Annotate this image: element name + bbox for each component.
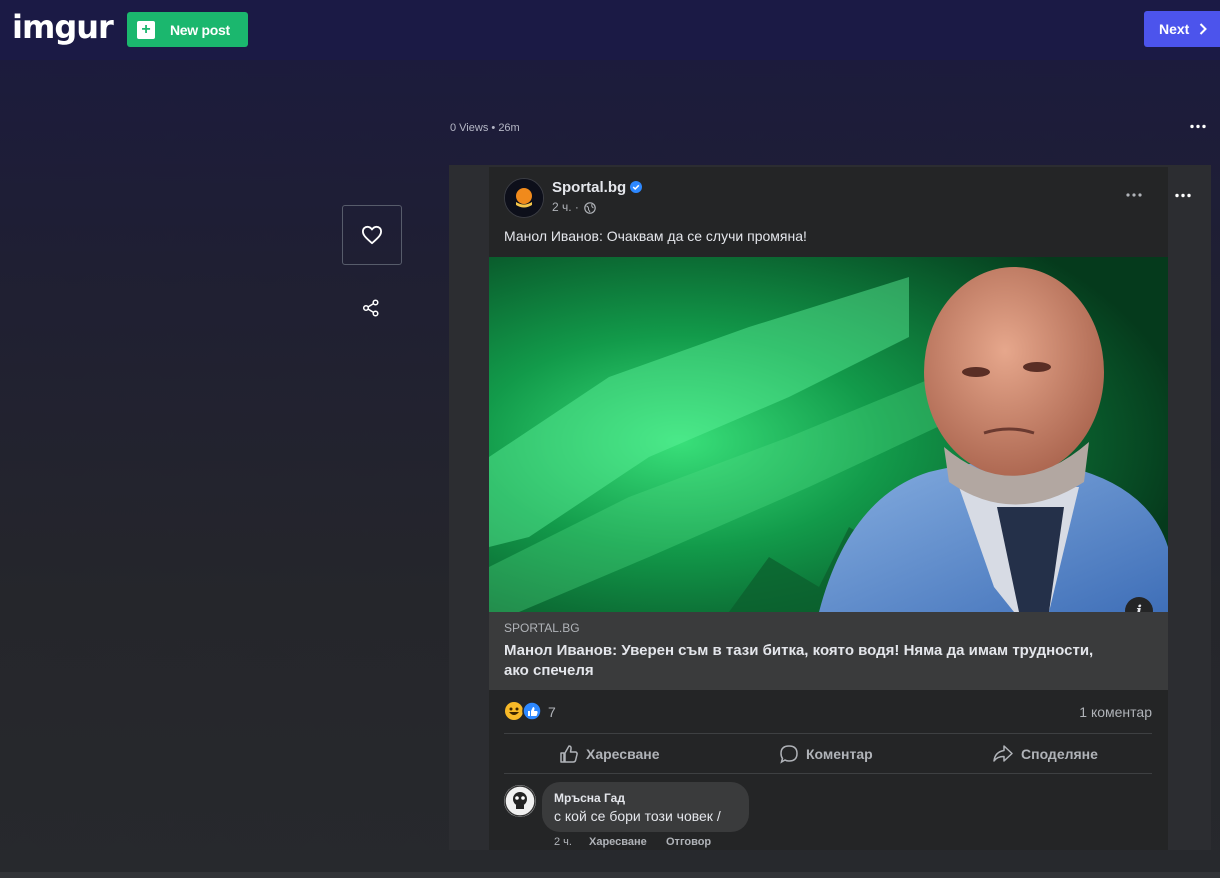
article-photo[interactable] <box>489 257 1168 612</box>
post-time[interactable]: 2 ч. · <box>552 200 579 214</box>
more-options-icon[interactable] <box>1190 124 1206 129</box>
post-caption: Манол Иванов: Очаквам да се случи промян… <box>504 228 807 244</box>
comment-action-label: Коментар <box>806 746 873 762</box>
post-meta: 0 Views • 26m <box>450 122 520 134</box>
like-button[interactable] <box>342 205 402 265</box>
reaction-count[interactable]: 7 <box>548 704 556 720</box>
post-menu-icon[interactable] <box>1126 193 1142 197</box>
next-label: Next <box>1159 21 1190 37</box>
share-action-button[interactable]: Споделяне <box>992 743 1098 765</box>
share-action-label: Споделяне <box>1021 746 1098 762</box>
divider <box>504 733 1152 734</box>
comment-bubble-icon <box>780 745 798 764</box>
page-name[interactable]: Sportal.bg <box>552 179 626 196</box>
commenter-avatar[interactable] <box>504 785 536 817</box>
divider <box>504 773 1152 774</box>
share-icon[interactable] <box>362 299 380 317</box>
link-title: Манол Иванов: Уверен съм в тази битка, к… <box>504 642 1094 679</box>
comment-text: с кой се бори този човек / <box>554 808 721 824</box>
reaction-icons[interactable] <box>505 701 543 721</box>
verified-badge-icon <box>630 181 642 193</box>
plus-icon: + <box>137 20 155 39</box>
like-action-button[interactable]: Харесване <box>559 743 660 765</box>
views-count: 0 Views <box>450 122 489 134</box>
globe-icon <box>584 202 596 214</box>
comment-author[interactable]: Мръсна Гад <box>554 791 625 805</box>
comment-action-button[interactable]: Коментар <box>779 743 873 765</box>
like-action-label: Харесване <box>586 746 660 762</box>
post-age: 26m <box>498 122 520 134</box>
facebook-post-screenshot: Sportal.bg 2 ч. · Манол Иванов: Очаквам … <box>489 167 1168 850</box>
link-domain: SPORTAL.BG <box>504 621 580 635</box>
comment-count[interactable]: 1 коментар <box>1079 704 1152 720</box>
next-button[interactable]: Next <box>1144 11 1220 47</box>
comment-like-link[interactable]: Харесване <box>589 836 647 848</box>
imgur-logo[interactable]: imgur <box>12 8 114 46</box>
comment-time[interactable]: 2 ч. <box>554 836 572 848</box>
meta-separator: • <box>491 122 496 134</box>
bottom-border <box>0 872 1220 878</box>
new-post-button[interactable]: + New post <box>127 12 248 47</box>
link-preview[interactable]: SPORTAL.BG Манол Иванов: Уверен съм в та… <box>489 612 1168 690</box>
comment-bubble: Мръсна Гад с кой се бори този човек / <box>542 782 749 832</box>
new-post-label: New post <box>170 21 230 38</box>
chevron-right-icon <box>1200 23 1208 35</box>
page-avatar <box>504 178 544 218</box>
share-arrow-icon <box>993 745 1013 762</box>
heart-icon <box>361 225 382 245</box>
image-options-icon[interactable] <box>1175 193 1191 198</box>
thumbs-up-icon <box>560 745 578 763</box>
comment-reply-link[interactable]: Отговор <box>666 836 711 848</box>
